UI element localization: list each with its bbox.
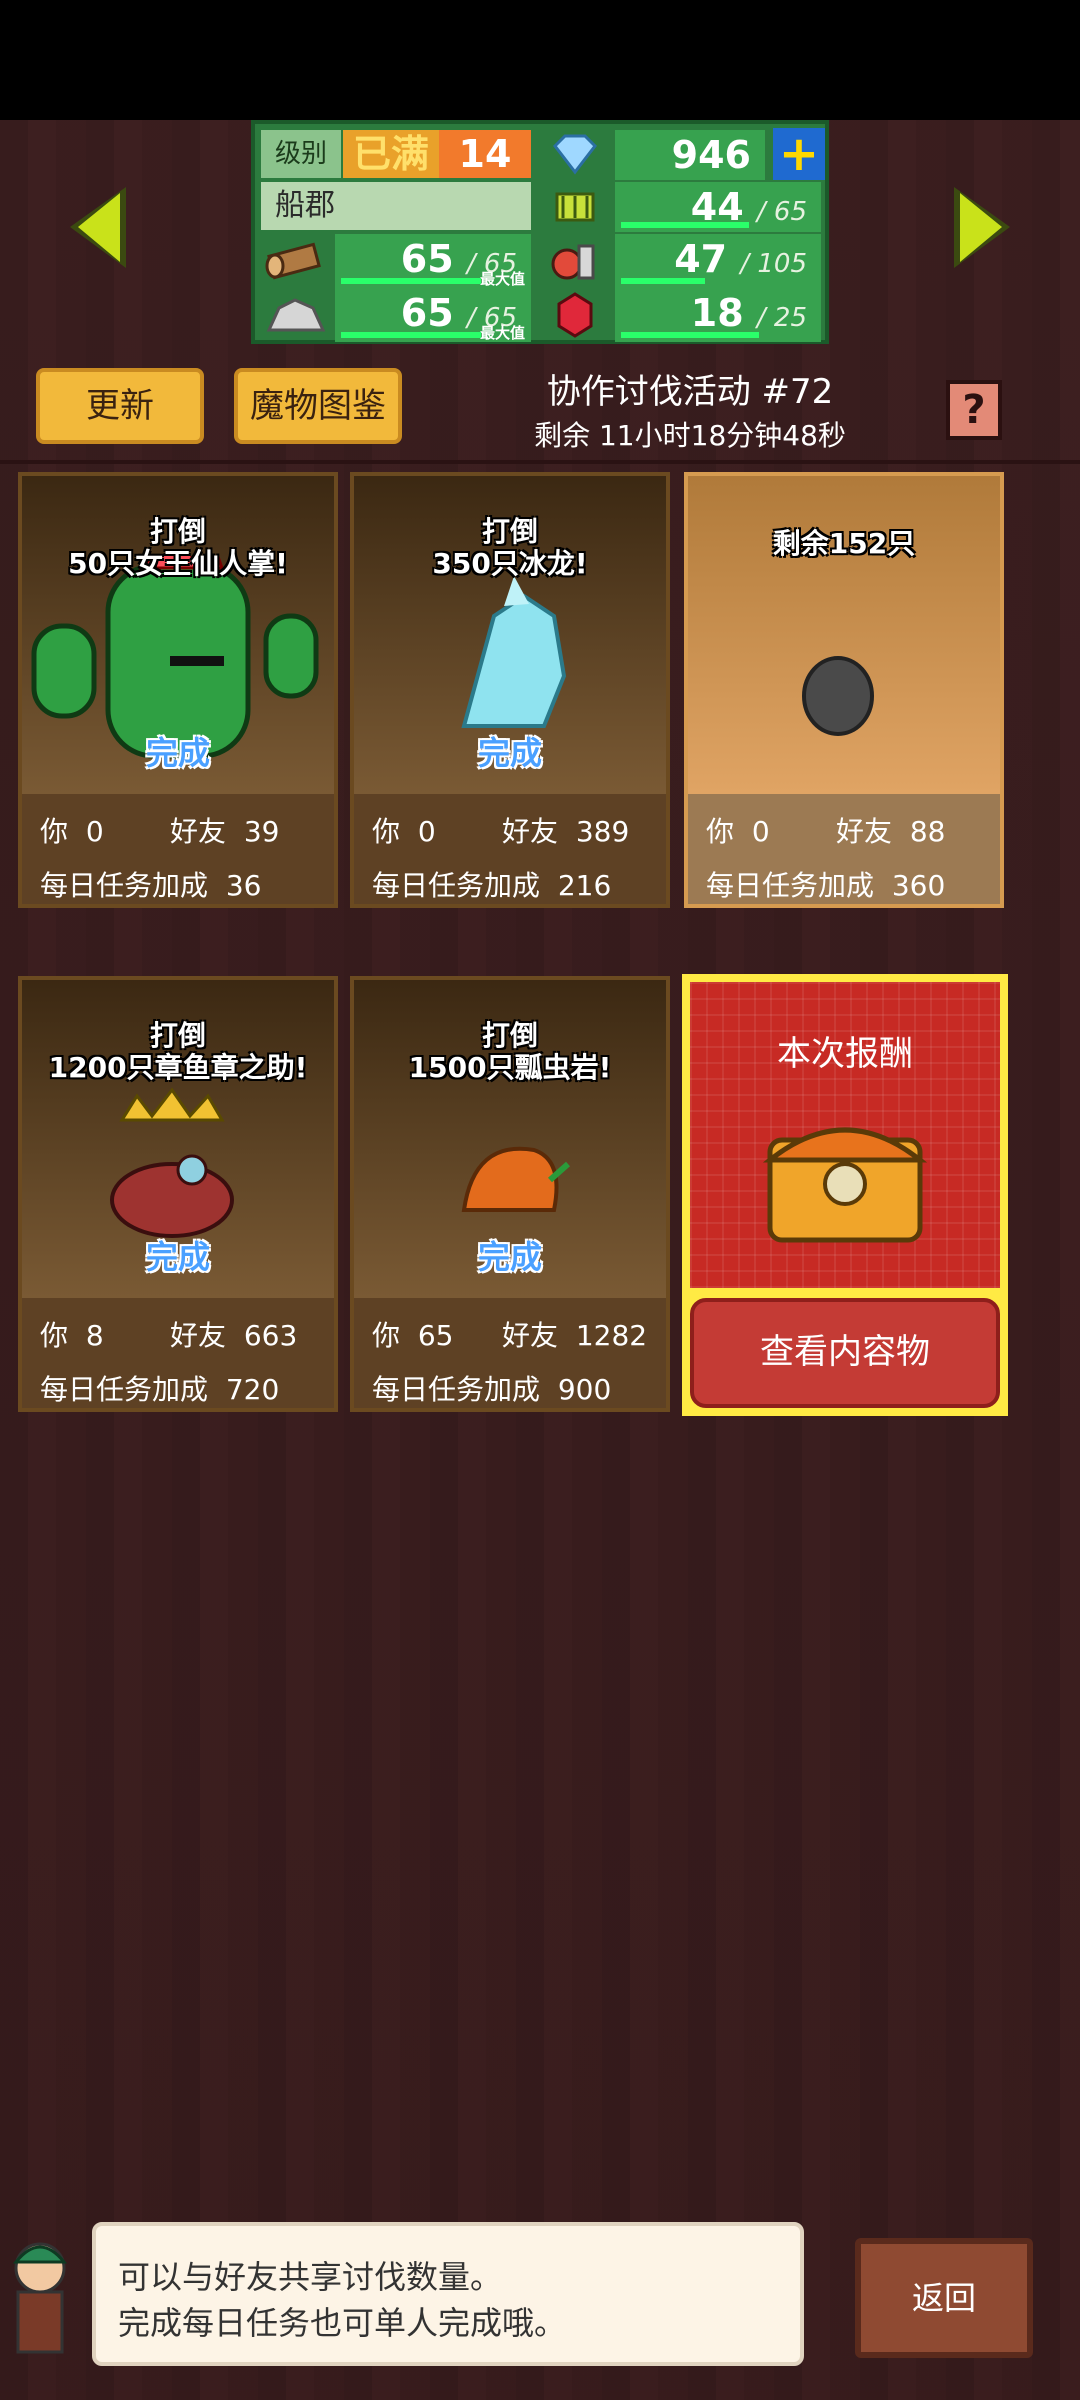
quest-card-hidden[interactable]: 剩余152只 你 0 好友 88 每日任务加成 360 xyxy=(684,472,1004,908)
gem-count: 946 xyxy=(615,130,765,180)
next-arrow-icon[interactable] xyxy=(952,185,1012,270)
tip-line-1: 可以与好友共享讨伐数量。 xyxy=(118,2258,503,2296)
resource-panel: 级别 已满 14 946 + 船郡 44 / 65 65 / 65 最大值 47… xyxy=(251,120,829,344)
mission-bonus-label: 每日任务加成 xyxy=(40,1373,209,1406)
mission-bonus-label: 每日任务加成 xyxy=(40,869,209,902)
food-count: 47 / 105 xyxy=(615,234,821,288)
npc-character-avatar xyxy=(12,2242,68,2354)
town-name: 船郡 xyxy=(261,182,531,230)
card-title: 打倒 350只冰龙! xyxy=(432,515,588,580)
card-title: 剩余152只 xyxy=(772,527,916,560)
update-button[interactable]: 更新 xyxy=(36,368,204,444)
friends-count: 389 xyxy=(575,815,630,848)
mission-bonus-value: 900 xyxy=(557,1373,612,1406)
level-value: 14 xyxy=(439,130,531,178)
grass-icon xyxy=(555,192,595,222)
ruby-icon xyxy=(557,292,593,338)
previous-arrow-icon[interactable] xyxy=(68,185,128,270)
mission-bonus-value: 720 xyxy=(225,1373,280,1406)
stone-icon xyxy=(266,298,326,332)
tip-line-2: 完成每日任务也可单人完成哦。 xyxy=(118,2304,567,2342)
help-button[interactable]: ? xyxy=(946,380,1002,440)
reward-panel: 本次报酬 查看内容物 xyxy=(682,974,1008,1416)
wood-progress-bar xyxy=(341,278,481,284)
tip-bubble: 可以与好友共享讨伐数量。 完成每日任务也可单人完成哦。 xyxy=(92,2222,804,2366)
mission-bonus-label: 每日任务加成 xyxy=(372,1373,541,1406)
grass-count: 44 / 65 xyxy=(615,182,821,232)
you-label: 你 xyxy=(372,815,401,848)
completed-label: 完成 xyxy=(477,1238,542,1276)
event-remaining-time: 剩余 11小时18分钟48秒 xyxy=(534,419,846,452)
completed-label: 完成 xyxy=(145,734,210,772)
wood-log-icon xyxy=(265,242,321,280)
stone-count: 65 / 65 最大值 xyxy=(335,288,531,342)
level-label: 级别 xyxy=(261,130,341,178)
level-full-badge: 已满 xyxy=(343,130,439,178)
mission-bonus-label: 每日任务加成 xyxy=(372,869,541,902)
friends-label: 好友 xyxy=(170,815,227,848)
wood-count: 65 / 65 最大值 xyxy=(335,234,531,288)
friends-label: 好友 xyxy=(836,815,893,848)
completed-label: 完成 xyxy=(145,1238,210,1276)
friends-count: 88 xyxy=(909,815,946,848)
friends-count: 663 xyxy=(243,1319,298,1352)
mission-bonus-value: 36 xyxy=(225,869,262,902)
mission-bonus-value: 360 xyxy=(891,869,946,902)
mission-bonus-label: 每日任务加成 xyxy=(706,869,875,902)
you-label: 你 xyxy=(40,1319,69,1352)
mission-bonus-value: 216 xyxy=(557,869,612,902)
reward-preview: 本次报酬 xyxy=(690,982,1000,1288)
treasure-chest-icon xyxy=(762,1127,928,1243)
quest-card-octopus[interactable]: 打倒 1200只章鱼章之助! 完成 你 8 好友 663 每日任务加成 720 xyxy=(18,976,338,1412)
monster-book-button[interactable]: 魔物图鉴 xyxy=(234,368,402,444)
you-label: 你 xyxy=(40,815,69,848)
you-count: 0 xyxy=(417,815,436,848)
quest-card-ice-dragon[interactable]: 打倒 350只冰龙! 完成 你 0 好友 389 每日任务加成 216 xyxy=(350,472,670,908)
friends-label: 好友 xyxy=(502,1319,559,1352)
quest-card-cactus[interactable]: 打倒 50只女王仙人掌! 完成 你 0 好友 39 每日任务加成 36 xyxy=(18,472,338,908)
friends-count: 1282 xyxy=(575,1319,648,1352)
quest-card-ladybug-rock[interactable]: 打倒 1500只瓢虫岩! 完成 你 65 好友 1282 每日任务加成 900 xyxy=(350,976,670,1412)
you-count: 8 xyxy=(85,1319,104,1352)
header-divider xyxy=(0,460,1080,464)
event-title: 协作讨伐活动 #72 xyxy=(546,372,834,412)
you-count: 0 xyxy=(85,815,104,848)
view-contents-button[interactable]: 查看内容物 xyxy=(690,1298,1000,1408)
you-count: 0 xyxy=(751,815,770,848)
friends-count: 39 xyxy=(243,815,280,848)
friends-label: 好友 xyxy=(170,1319,227,1352)
stone-max-tag: 最大值 xyxy=(479,324,525,342)
ruby-count: 18 / 25 xyxy=(615,288,821,342)
you-label: 你 xyxy=(372,1319,401,1352)
you-count: 65 xyxy=(417,1319,454,1352)
card-title: 打倒 1200只章鱼章之助! xyxy=(48,1019,308,1084)
add-gems-button[interactable]: + xyxy=(773,128,825,180)
completed-label: 完成 xyxy=(477,734,542,772)
grass-progress-bar xyxy=(621,222,749,228)
ruby-progress-bar xyxy=(621,332,759,338)
diamond-icon xyxy=(553,134,597,175)
card-title: 打倒 50只女王仙人掌! xyxy=(68,515,288,580)
unknown-monster-icon xyxy=(802,656,874,736)
back-button[interactable]: 返回 xyxy=(855,2238,1033,2358)
card-title: 打倒 1500只瓢虫岩! xyxy=(408,1019,612,1084)
food-icon xyxy=(551,244,595,280)
stone-progress-bar xyxy=(341,332,481,338)
food-progress-bar xyxy=(621,278,705,284)
friends-label: 好友 xyxy=(502,815,559,848)
you-label: 你 xyxy=(706,815,735,848)
wood-max-tag: 最大值 xyxy=(479,270,525,288)
reward-title: 本次报酬 xyxy=(777,1034,913,1074)
